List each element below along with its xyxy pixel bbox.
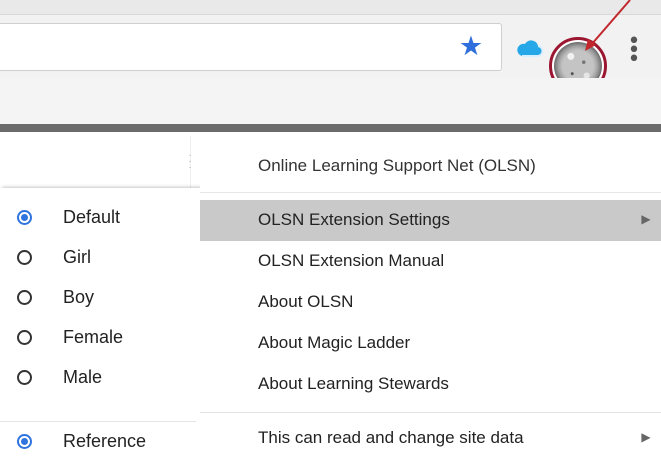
left-panel-grip-icon[interactable]: · · ·	[186, 151, 194, 173]
extension-menu-header-separator	[200, 192, 661, 193]
voice-radio-menu: Default Girl Boy Female Male Reference	[0, 188, 200, 461]
menu-item-about-olsn[interactable]: About OLSN	[200, 282, 661, 323]
cloud-icon[interactable]	[515, 40, 543, 58]
menu-item-label: This can read and change site data	[258, 428, 524, 447]
toolbar-divider	[0, 124, 661, 132]
menu-item-label: About Magic Ladder	[258, 333, 411, 352]
menu-item-label: OLSN Extension Manual	[258, 251, 445, 270]
annotation-arrow	[585, 0, 631, 51]
radio-option-male[interactable]: Male	[0, 360, 200, 400]
radio-option-girl[interactable]: Girl	[0, 240, 200, 280]
menu-item-label: OLSN Extension Settings	[258, 210, 450, 229]
toolbar-lower-area	[0, 78, 661, 128]
radio-menu-separator	[0, 421, 196, 422]
menu-item-about-magic-ladder[interactable]: About Magic Ladder	[200, 323, 661, 364]
menu-item-label: About Learning Stewards	[258, 374, 449, 393]
browser-toolbar: ★ • • •	[0, 0, 661, 132]
radio-label: Reference	[63, 431, 147, 451]
radio-option-default[interactable]: Default	[0, 200, 200, 240]
radio-icon	[17, 370, 32, 385]
radio-icon	[17, 290, 32, 305]
extension-menu-separator	[200, 412, 661, 413]
radio-option-female[interactable]: Female	[0, 320, 200, 360]
radio-option-reference[interactable]: Reference	[0, 424, 200, 461]
radio-label: Default	[63, 207, 121, 227]
browser-extension-menu-screenshot: ★ • • • · · · Default Girl Boy Female Ma…	[0, 0, 661, 461]
address-bar[interactable]	[0, 23, 502, 71]
selected-radio-icon	[17, 434, 32, 449]
selected-radio-icon	[17, 210, 32, 225]
radio-label: Female	[63, 327, 124, 347]
radio-label: Girl	[63, 247, 91, 267]
menu-item-olsn-extension-manual[interactable]: OLSN Extension Manual	[200, 241, 661, 282]
radio-icon	[17, 250, 32, 265]
radio-label: Boy	[63, 287, 95, 307]
menu-item-about-learning-stewards[interactable]: About Learning Stewards	[200, 364, 661, 405]
radio-icon	[17, 330, 32, 345]
radio-option-boy[interactable]: Boy	[0, 280, 200, 320]
menu-item-label: About OLSN	[258, 292, 354, 311]
star-icon[interactable]: ★	[457, 33, 485, 61]
submenu-arrow-icon: ▶	[641, 430, 651, 444]
menu-item-site-data-access[interactable]: This can read and change site data ▶	[200, 418, 661, 459]
radio-label: Male	[63, 367, 103, 387]
submenu-arrow-icon: ▶	[641, 212, 651, 226]
extension-context-menu: Online Learning Support Net (OLSN) OLSN …	[200, 136, 661, 461]
extension-menu-title: Online Learning Support Net (OLSN)	[258, 156, 536, 175]
menu-item-olsn-extension-settings[interactable]: OLSN Extension Settings ▶	[200, 200, 661, 241]
